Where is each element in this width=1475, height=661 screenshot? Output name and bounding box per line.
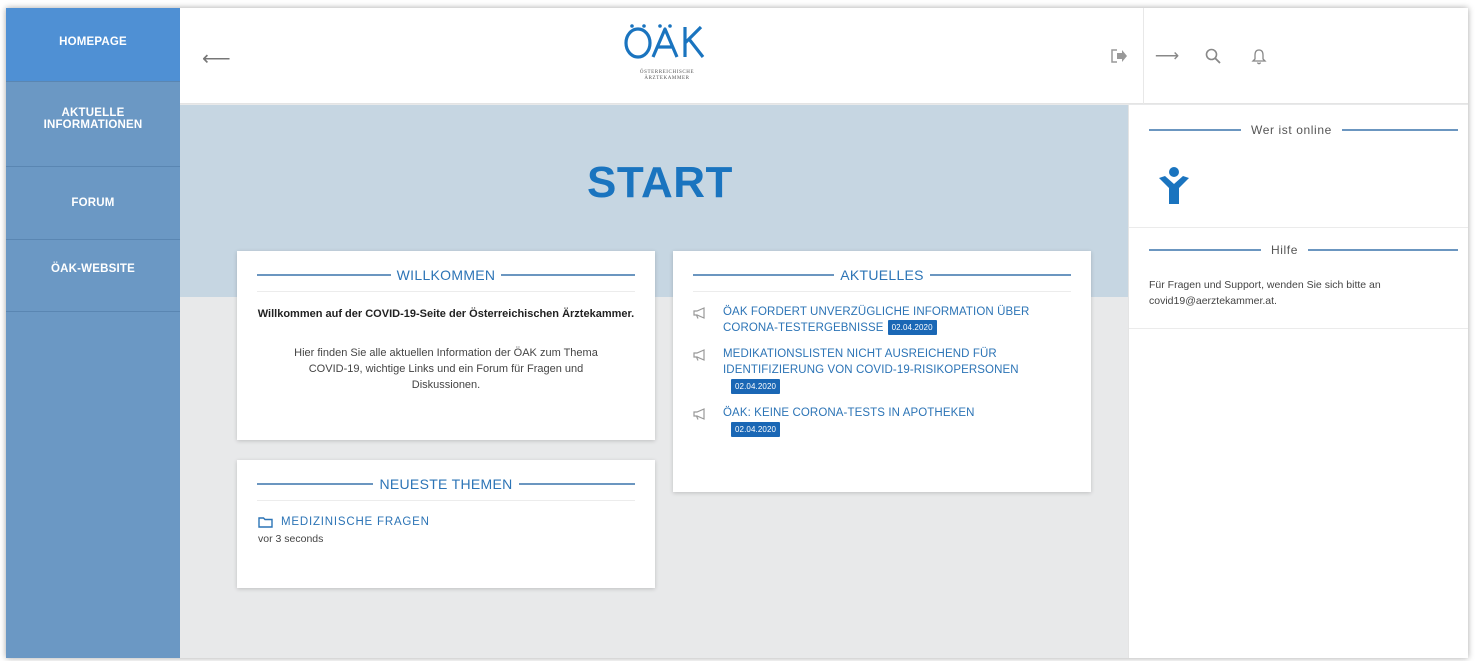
megaphone-icon xyxy=(693,405,709,438)
sidebar-item-aktuelle-informationen[interactable]: AKTUELLE INFORMATIONEN xyxy=(6,82,180,167)
online-heading: Wer ist online xyxy=(1149,123,1458,137)
welcome-card: WILLKOMMEN Willkommen auf der COVID-19-S… xyxy=(237,251,655,440)
help-text: Für Fragen und Support, wenden Sie sich … xyxy=(1149,279,1381,307)
topic-time: vor 3 seconds xyxy=(258,533,324,545)
latest-topics-card: NEUESTE THEMEN MEDIZINISCHE FRAGEN vor 3… xyxy=(237,460,655,588)
exit-icon[interactable] xyxy=(1095,8,1143,104)
date-badge: 02.04.2020 xyxy=(731,379,781,394)
user-online-icon[interactable] xyxy=(1157,166,1191,206)
welcome-heading: WILLKOMMEN xyxy=(237,251,655,283)
megaphone-icon xyxy=(693,304,709,336)
topic-title[interactable]: MEDIZINISCHE FRAGEN xyxy=(281,516,430,528)
forward-arrow-icon[interactable]: ⟶ xyxy=(1155,46,1179,65)
help-heading: Hilfe xyxy=(1149,243,1458,257)
page-title: START xyxy=(587,158,733,207)
welcome-text: Hier finden Sie alle aktuellen Informati… xyxy=(294,347,598,391)
news-list: ÖAK FORDERT UNVERZÜGLICHE INFORMATION ÜB… xyxy=(673,304,1091,438)
news-item: ÖAK FORDERT UNVERZÜGLICHE INFORMATION ÜB… xyxy=(673,304,1091,336)
header-right-panel: ⟶ xyxy=(1143,8,1468,104)
news-item: ÖAK: KEINE CORONA-TESTS IN APOTHEKEN 02.0… xyxy=(673,405,1091,438)
logo-subtitle: ÖSTERREICHISCHE ÄRZTEKAMMER xyxy=(639,70,695,81)
welcome-bold-text: Willkommen auf der COVID-19-Seite der Ös… xyxy=(257,308,635,320)
news-link[interactable]: MEDIKATIONSLISTEN NICHT AUSREICHEND FÜR … xyxy=(723,348,1019,376)
header-icons: ⟶ xyxy=(1095,8,1468,104)
right-sidebar: Wer ist online Hilfe Für Fragen und Supp… xyxy=(1128,105,1468,658)
sidebar-item-oeak-website[interactable]: ÖAK-WEBSITE xyxy=(6,240,180,312)
sidebar: HOMEPAGE AKTUELLE INFORMATIONEN FORUM ÖA… xyxy=(6,8,180,658)
topic-link[interactable]: MEDIZINISCHE FRAGEN xyxy=(258,516,655,528)
bell-icon[interactable] xyxy=(1250,47,1268,65)
date-badge: 02.04.2020 xyxy=(731,422,781,437)
oeak-logo[interactable] xyxy=(617,23,717,93)
search-icon[interactable] xyxy=(1204,47,1222,65)
topics-heading: NEUESTE THEMEN xyxy=(237,460,655,492)
news-card: AKTUELLES ÖAK FORDERT UNVERZÜGLICHE INFO… xyxy=(673,251,1091,492)
news-heading: AKTUELLES xyxy=(673,251,1091,283)
folder-icon xyxy=(258,517,273,528)
sidebar-item-homepage[interactable]: HOMEPAGE xyxy=(6,8,180,82)
news-link[interactable]: ÖAK: KEINE CORONA-TESTS IN APOTHEKEN xyxy=(723,407,975,419)
date-badge: 02.04.2020 xyxy=(887,320,937,335)
app-frame: HOMEPAGE AKTUELLE INFORMATIONEN FORUM ÖA… xyxy=(6,8,1468,658)
news-link[interactable]: ÖAK FORDERT UNVERZÜGLICHE INFORMATION ÜB… xyxy=(723,306,1029,334)
top-header: ⟵ ÖSTERREICHISCHE ÄRZTEKAMMER ⟶ xyxy=(180,8,1468,104)
help-section: Hilfe Für Fragen und Support, wenden Sie… xyxy=(1129,228,1468,309)
sidebar-item-forum[interactable]: FORUM xyxy=(6,167,180,240)
back-arrow-icon[interactable]: ⟵ xyxy=(202,46,231,71)
who-is-online-section: Wer ist online xyxy=(1129,105,1468,211)
news-item: MEDIKATIONSLISTEN NICHT AUSREICHEND FÜR … xyxy=(673,346,1091,395)
megaphone-icon xyxy=(693,346,709,395)
